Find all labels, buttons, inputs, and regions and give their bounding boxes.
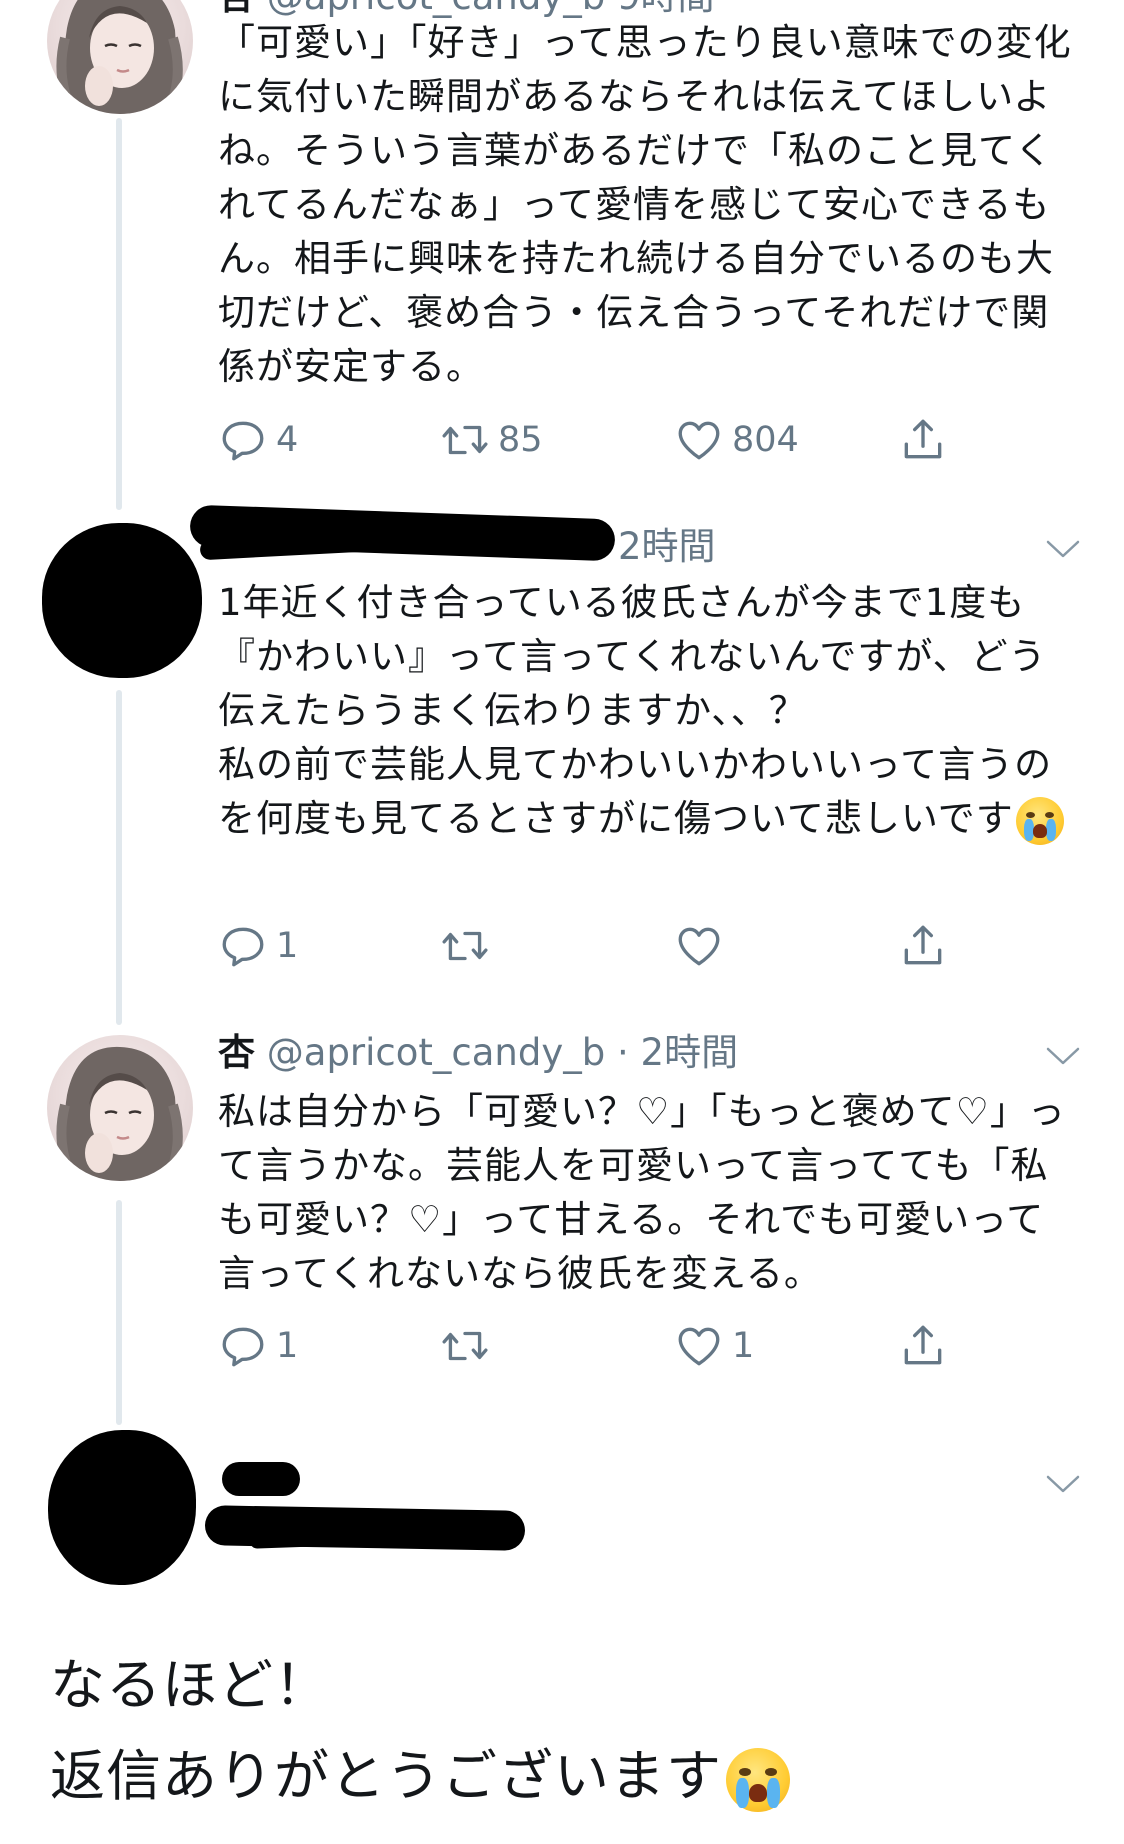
chevron-down-icon[interactable] <box>1046 1474 1080 1494</box>
reply-button[interactable]: 1 <box>218 1316 298 1376</box>
redaction-mark <box>222 1462 300 1496</box>
retweet-button[interactable] <box>440 1316 498 1376</box>
tweet-actions: 4 85 804 <box>218 410 978 470</box>
share-icon <box>904 419 942 459</box>
separator: · <box>617 1031 629 1074</box>
retweet-icon <box>442 931 488 961</box>
reply-button[interactable]: 1 <box>218 916 298 976</box>
like-button[interactable]: 804 <box>674 410 799 470</box>
like-count: 804 <box>732 420 799 460</box>
user-handle[interactable]: @apricot_candy_b <box>267 1031 605 1074</box>
tweet-text: 1年近く付き合っている彼氏さんが今まで1度も『かわいい』って言ってくれないんです… <box>218 576 1078 846</box>
reply-icon <box>222 1327 264 1367</box>
reply-count: 1 <box>276 926 299 966</box>
like-count: 1 <box>732 1326 755 1366</box>
tweet-header: 杏 @apricot_candy_b · 2時間 <box>218 1030 738 1076</box>
retweet-icon <box>442 1331 488 1361</box>
heart-icon <box>678 421 720 460</box>
reply-count: 4 <box>276 420 299 460</box>
tweet-actions: 1 <box>218 916 978 976</box>
heart-icon <box>678 1327 720 1366</box>
tweet-text: 「可愛い」「好き」って思ったり良い意味での変化に気付いた瞬間があるならそれは伝え… <box>218 21 1072 388</box>
reply-line: なるほど！ <box>50 1653 331 1717</box>
avatar[interactable] <box>47 1035 193 1181</box>
share-icon <box>904 925 942 965</box>
thread-line <box>116 690 122 1025</box>
loudly-crying-face-emoji <box>1015 796 1064 845</box>
retweet-icon <box>442 425 488 455</box>
reply-count: 1 <box>276 1326 299 1366</box>
tweet-text: 私は自分から「可愛い？♡」「もっと褒めて♡」って言うかな。芸能人を可愛いって言っ… <box>218 1090 1066 1295</box>
like-button[interactable]: 1 <box>674 1316 754 1376</box>
loudly-crying-face-emoji <box>726 1747 791 1812</box>
share-icon <box>904 1325 942 1365</box>
reply-icon <box>222 927 264 967</box>
display-name[interactable]: 杏 <box>218 1031 255 1074</box>
heart-icon <box>678 927 720 966</box>
chevron-down-icon[interactable] <box>1046 1046 1080 1066</box>
thread-line <box>116 1200 122 1425</box>
reply-icon <box>222 421 264 461</box>
thread-line <box>116 118 122 510</box>
chevron-down-icon[interactable] <box>1046 539 1080 559</box>
like-button[interactable] <box>674 916 732 976</box>
tweet-time[interactable]: 2時間 <box>641 1031 739 1074</box>
avatar[interactable] <box>48 1430 196 1585</box>
reply-line: 返信ありがとうございます <box>50 1731 1100 1822</box>
avatar[interactable] <box>47 0 193 114</box>
tweet-actions: 1 1 <box>218 1316 978 1376</box>
tweet-header: 2時間 <box>618 524 716 570</box>
reply-button[interactable]: 4 <box>218 410 298 470</box>
avatar[interactable] <box>42 523 202 678</box>
share-button[interactable] <box>898 916 948 976</box>
retweet-button[interactable] <box>440 916 498 976</box>
tweet-time[interactable]: 2時間 <box>618 525 716 568</box>
share-button[interactable] <box>898 410 948 470</box>
retweet-count: 85 <box>498 420 543 460</box>
share-button[interactable] <box>898 1316 948 1376</box>
retweet-button[interactable]: 85 <box>440 410 543 470</box>
